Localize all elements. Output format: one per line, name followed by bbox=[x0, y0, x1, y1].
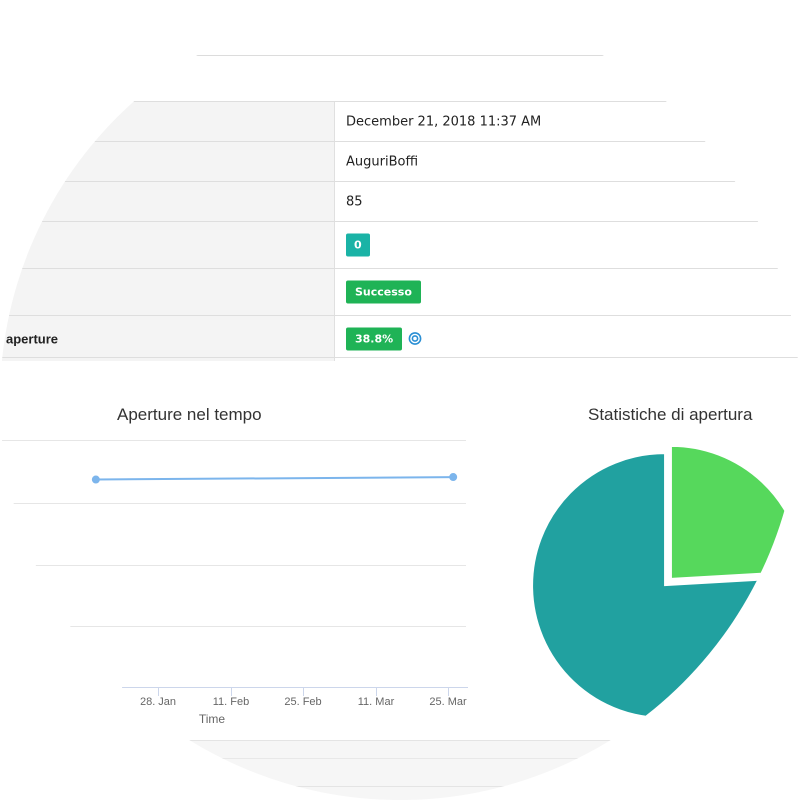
series-line bbox=[95, 476, 454, 481]
bottom-table-area bbox=[0, 740, 800, 800]
divider bbox=[0, 786, 800, 787]
data-point bbox=[449, 473, 458, 482]
divider bbox=[0, 758, 800, 759]
pie-slice bbox=[670, 445, 800, 579]
data-point bbox=[91, 475, 100, 484]
viewport-circle: December 21, 2018 11:37 AM AuguriBoffi 8… bbox=[0, 0, 800, 800]
charts-svg bbox=[91, 445, 800, 719]
divider bbox=[0, 740, 800, 741]
